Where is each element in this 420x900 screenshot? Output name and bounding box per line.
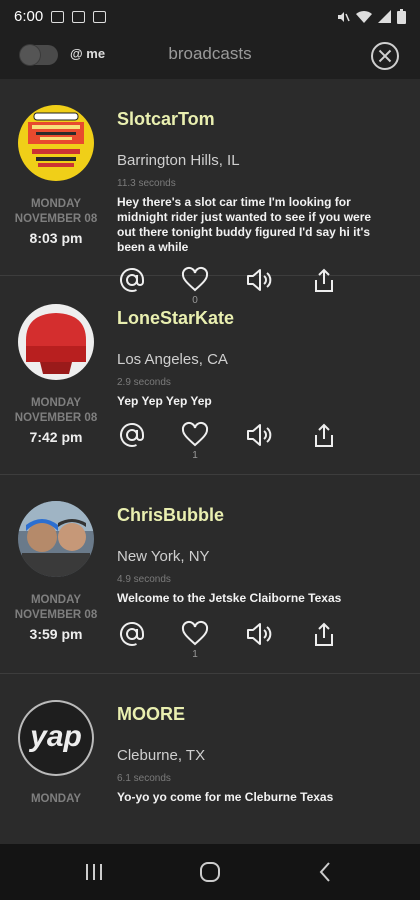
location: Los Angeles, CA [117, 351, 228, 368]
close-button[interactable] [370, 41, 400, 71]
red-cap-avatar-image [18, 304, 94, 380]
post-date: MONDAY NOVEMBER 08 3:59 pm [0, 593, 112, 642]
like-count: 1 [192, 450, 198, 461]
mute-icon [338, 11, 350, 22]
signal-icon [378, 10, 391, 23]
page-title: broadcasts [168, 44, 252, 63]
model-mining-avatar-image [18, 105, 94, 181]
play-audio-button[interactable] [244, 619, 274, 649]
message-text: Yo-yo yo come for me Cleburne Texas [117, 790, 334, 804]
post-day: MONDAY [30, 198, 82, 210]
status-bar: 6:00 [0, 0, 420, 33]
post-month: NOVEMBER 08 [14, 609, 98, 621]
avatar[interactable] [18, 304, 94, 380]
share-button[interactable] [309, 619, 339, 649]
broadcast-item[interactable]: MONDAY NOVEMBER 08 7:42 pm LoneStarKate … [0, 276, 420, 475]
location: Barrington Hills, IL [117, 152, 240, 169]
message-text: Welcome to the Jetske Claiborne Texas [117, 591, 342, 605]
clock: 6:00 [14, 8, 44, 25]
broadcast-item[interactable]: yap MONDAY MOORE Cleburne, TX 6.1 second… [0, 674, 420, 844]
image-icon [93, 10, 107, 23]
post-actions: 1 [117, 619, 347, 660]
battery-icon [397, 9, 406, 24]
username[interactable]: SlotcarTom [117, 109, 215, 130]
gmail-icon [51, 10, 65, 23]
post-month: NOVEMBER 08 [14, 412, 98, 424]
duration: 4.9 seconds [117, 574, 171, 585]
post-time: 3:59 pm [29, 626, 83, 642]
post-time: 8:03 pm [29, 230, 83, 246]
system-nav-bar [0, 844, 420, 900]
like-button[interactable] [180, 420, 210, 450]
broadcast-feed[interactable]: MONDAY NOVEMBER 08 8:03 pm SlotcarTom Ba… [0, 79, 420, 844]
post-day: MONDAY [30, 594, 82, 606]
duration: 6.1 seconds [117, 773, 171, 784]
post-day: MONDAY [30, 397, 82, 409]
post-month: NOVEMBER 08 [14, 213, 98, 225]
message-text: Yep Yep Yep Yep [117, 394, 212, 408]
location: New York, NY [117, 548, 210, 565]
message-text: Hey there's a slot car time I'm looking … [117, 195, 372, 254]
location: Cleburne, TX [117, 747, 206, 764]
post-date: MONDAY NOVEMBER 08 7:42 pm [0, 396, 112, 445]
avatar[interactable] [18, 501, 94, 577]
post-day: MONDAY [30, 793, 82, 805]
username[interactable]: MOORE [117, 704, 185, 725]
share-button[interactable] [309, 420, 339, 450]
recent-apps-button[interactable] [84, 862, 104, 882]
avatar[interactable] [18, 105, 94, 181]
app-header: @ me broadcasts [0, 33, 420, 79]
wifi-icon [356, 10, 372, 23]
post-time: 7:42 pm [29, 429, 83, 445]
username[interactable]: LoneStarKate [117, 308, 234, 329]
back-button[interactable] [318, 861, 332, 883]
post-date: MONDAY NOVEMBER 08 8:03 pm [0, 197, 112, 246]
play-audio-button[interactable] [244, 420, 274, 450]
username[interactable]: ChrisBubble [117, 505, 224, 526]
duration: 2.9 seconds [117, 377, 171, 388]
notification-icon [72, 10, 86, 23]
like-count: 1 [192, 649, 198, 660]
duration: 11.3 seconds [117, 178, 176, 189]
mention-button[interactable] [117, 619, 147, 649]
mention-button[interactable] [117, 420, 147, 450]
post-actions: 1 [117, 420, 347, 461]
home-button[interactable] [199, 861, 221, 883]
broadcast-item[interactable]: MONDAY NOVEMBER 08 3:59 pm ChrisBubble N… [0, 475, 420, 674]
like-button[interactable] [180, 619, 210, 649]
avatar[interactable]: yap [18, 700, 94, 776]
post-date: MONDAY [0, 792, 112, 807]
two-people-avatar-image [18, 501, 94, 577]
yap-logo: yap [30, 720, 82, 753]
broadcast-item[interactable]: MONDAY NOVEMBER 08 8:03 pm SlotcarTom Ba… [0, 79, 420, 306]
